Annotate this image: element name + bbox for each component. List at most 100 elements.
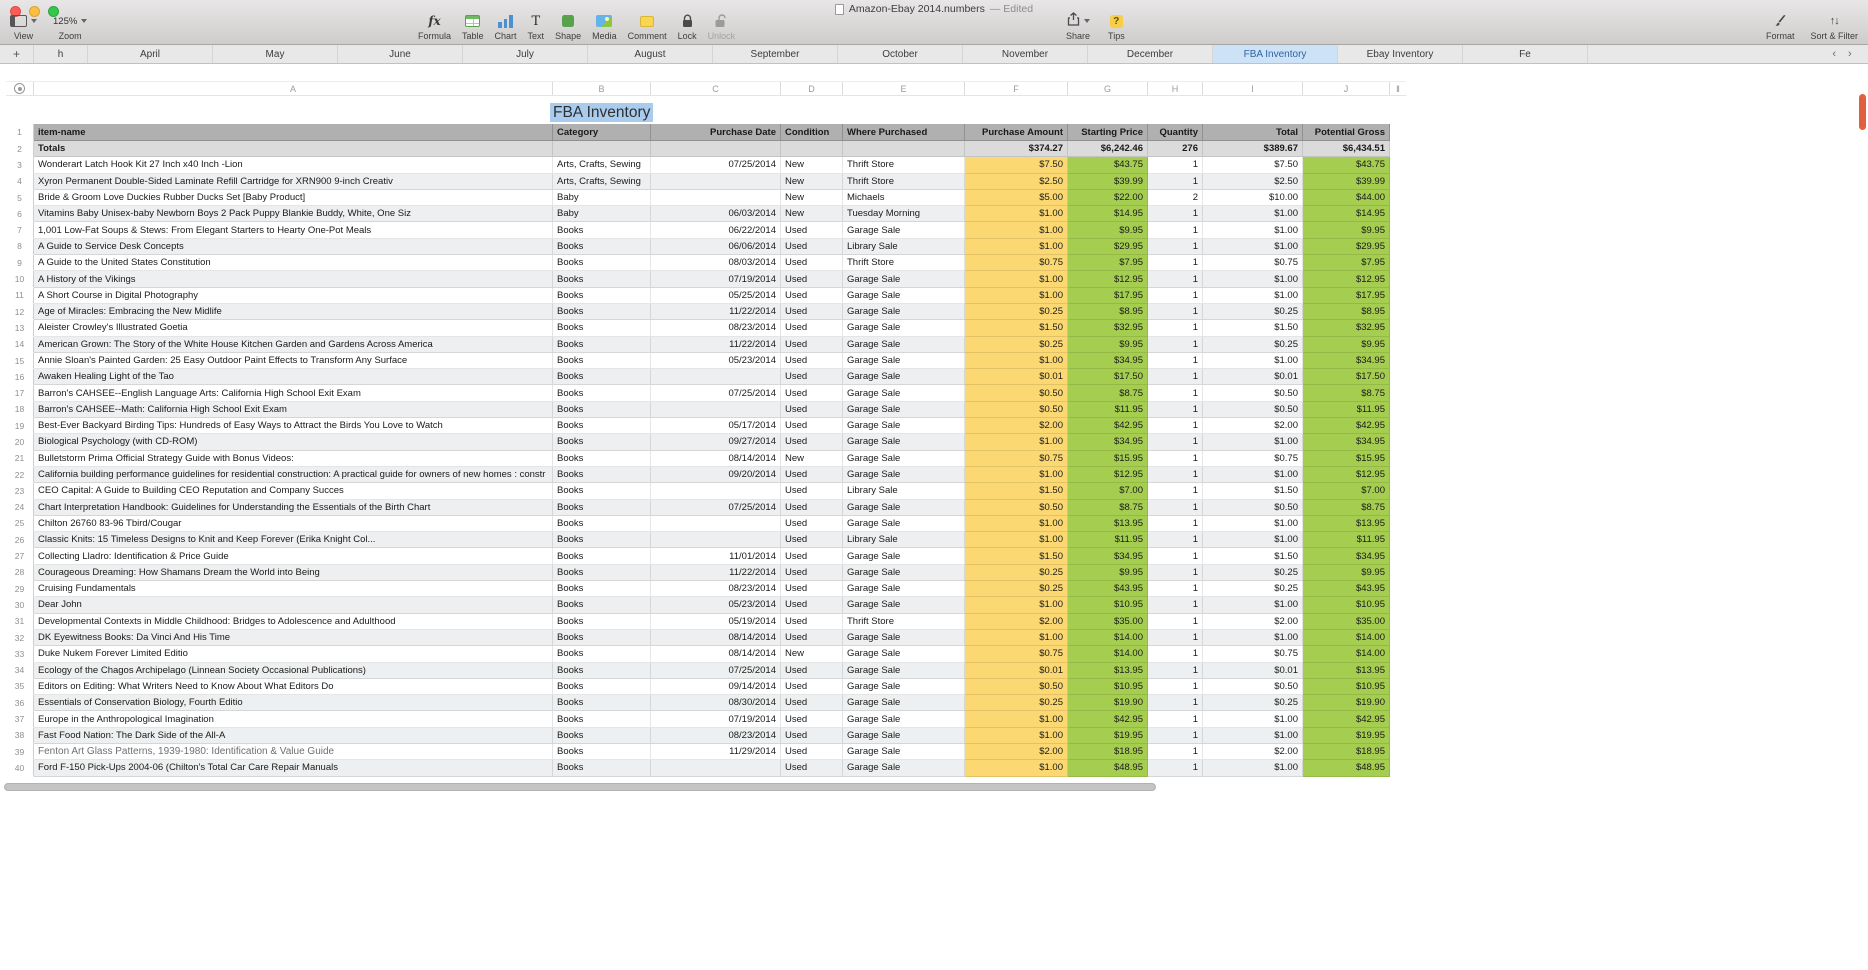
cell[interactable]: 1 (1148, 613, 1203, 630)
cell[interactable]: $12.95 (1068, 271, 1148, 288)
cell[interactable]: 1 (1148, 222, 1203, 239)
cell[interactable]: Garage Sale (843, 320, 965, 337)
cell[interactable]: $1.00 (965, 287, 1068, 304)
cell[interactable]: 06/03/2014 (651, 206, 781, 223)
cell[interactable]: $7.95 (1303, 255, 1390, 272)
cell[interactable]: 1,001 Low-Fat Soups & Stews: From Elegan… (34, 222, 553, 239)
cell[interactable]: Quantity (1148, 124, 1203, 141)
table-title[interactable]: FBA Inventory (550, 103, 654, 122)
row-number[interactable]: 26 (6, 532, 34, 549)
cell[interactable]: 08/23/2014 (651, 727, 781, 744)
cell[interactable]: $2.00 (965, 743, 1068, 761)
cell[interactable]: $7.50 (965, 157, 1068, 174)
cell[interactable]: 11/22/2014 (651, 303, 781, 321)
cell[interactable]: Books (553, 401, 651, 419)
cell[interactable]: Where Purchased (843, 124, 965, 141)
cell[interactable]: $1.50 (965, 548, 1068, 565)
cell[interactable]: 1 (1148, 320, 1203, 337)
cell[interactable]: Library Sale (843, 238, 965, 256)
cell[interactable]: 1 (1148, 760, 1203, 777)
cell[interactable]: Used (781, 287, 843, 304)
cell[interactable]: Duke Nukem Forever Limited Editio (34, 646, 553, 663)
cell[interactable]: $48.95 (1303, 760, 1390, 777)
cell[interactable]: 1 (1148, 597, 1203, 614)
cell[interactable]: Library Sale (843, 532, 965, 549)
row-number[interactable]: 3 (6, 157, 34, 174)
cell[interactable]: $34.95 (1303, 548, 1390, 565)
cell[interactable]: $2.50 (1203, 173, 1303, 190)
cell[interactable]: $1.00 (965, 222, 1068, 239)
cell[interactable]: Books (553, 581, 651, 598)
cell[interactable]: $1.00 (965, 597, 1068, 614)
sheet-tab-fba-inventory[interactable]: FBA Inventory (1213, 45, 1338, 63)
cell[interactable]: 1 (1148, 711, 1203, 728)
row-number[interactable]: 39 (6, 743, 34, 761)
cell[interactable]: $0.01 (965, 369, 1068, 386)
cell[interactable]: Garage Sale (843, 646, 965, 663)
cell[interactable]: American Grown: The Story of the White H… (34, 336, 553, 353)
cell[interactable]: 1 (1148, 695, 1203, 712)
cell[interactable]: Books (553, 646, 651, 663)
cell[interactable]: $43.95 (1303, 581, 1390, 598)
cell[interactable]: Garage Sale (843, 369, 965, 386)
cell[interactable]: $7.00 (1303, 483, 1390, 500)
cell[interactable]: $39.99 (1303, 173, 1390, 190)
cell[interactable]: Michaels (843, 189, 965, 207)
cell[interactable]: $34.95 (1303, 434, 1390, 451)
cell[interactable]: 08/30/2014 (651, 695, 781, 712)
cell[interactable]: 1 (1148, 238, 1203, 256)
cell[interactable]: Garage Sale (843, 711, 965, 728)
cell[interactable]: 1 (1148, 466, 1203, 484)
row-number[interactable]: 38 (6, 727, 34, 744)
cell[interactable]: $6,434.51 (1303, 141, 1390, 158)
cell[interactable]: Baby (553, 189, 651, 207)
cell[interactable]: $35.00 (1068, 613, 1148, 630)
cell[interactable]: Aleister Crowley's Illustrated Goetia (34, 320, 553, 337)
cell[interactable]: A History of the Vikings (34, 271, 553, 288)
cell[interactable]: $0.25 (965, 581, 1068, 598)
sheet-tab-may[interactable]: May (213, 45, 338, 63)
cell[interactable]: 2 (1148, 189, 1203, 207)
cell[interactable]: $12.95 (1303, 271, 1390, 288)
cell[interactable]: Used (781, 238, 843, 256)
cell[interactable]: Books (553, 222, 651, 239)
cell[interactable]: $34.95 (1303, 352, 1390, 370)
cell[interactable]: Garage Sale (843, 352, 965, 370)
cell[interactable]: $1.00 (1203, 434, 1303, 451)
cell[interactable]: 1 (1148, 662, 1203, 679)
cell[interactable]: $374.27 (965, 141, 1068, 158)
zoom-control[interactable]: 125% Zoom (53, 13, 88, 41)
column-letter-i[interactable]: I (1203, 82, 1303, 95)
cell[interactable]: Used (781, 222, 843, 239)
cell[interactable]: Used (781, 385, 843, 402)
cell[interactable]: 1 (1148, 287, 1203, 304)
cell[interactable]: 08/23/2014 (651, 581, 781, 598)
cell[interactable]: $13.95 (1068, 662, 1148, 679)
cell[interactable]: $18.95 (1068, 743, 1148, 761)
cell[interactable]: Books (553, 678, 651, 696)
cell[interactable]: Used (781, 483, 843, 500)
cell[interactable]: Garage Sale (843, 418, 965, 435)
cell[interactable]: $13.95 (1303, 515, 1390, 533)
cell[interactable]: Garage Sale (843, 695, 965, 712)
table-select-handle[interactable] (14, 83, 25, 94)
cell[interactable]: $14.00 (1303, 646, 1390, 663)
cell[interactable]: $0.25 (1203, 303, 1303, 321)
cell[interactable]: Books (553, 385, 651, 402)
cell[interactable]: Books (553, 434, 651, 451)
cell[interactable]: $0.01 (965, 662, 1068, 679)
cell[interactable]: Garage Sale (843, 743, 965, 761)
cell[interactable]: 1 (1148, 678, 1203, 696)
cell[interactable]: Used (781, 564, 843, 582)
cell[interactable]: 07/19/2014 (651, 711, 781, 728)
cell[interactable]: $0.01 (1203, 369, 1303, 386)
column-letter-c[interactable]: C (651, 82, 781, 95)
cell[interactable]: Garage Sale (843, 581, 965, 598)
cell[interactable]: item-name (34, 124, 553, 141)
cell[interactable]: Classic Knits: 15 Timeless Designs to Kn… (34, 532, 553, 549)
cell[interactable]: $1.00 (965, 434, 1068, 451)
cell[interactable]: Total (1203, 124, 1303, 141)
cell[interactable]: $17.50 (1303, 369, 1390, 386)
cell[interactable]: Books (553, 515, 651, 533)
row-number[interactable]: 20 (6, 434, 34, 451)
